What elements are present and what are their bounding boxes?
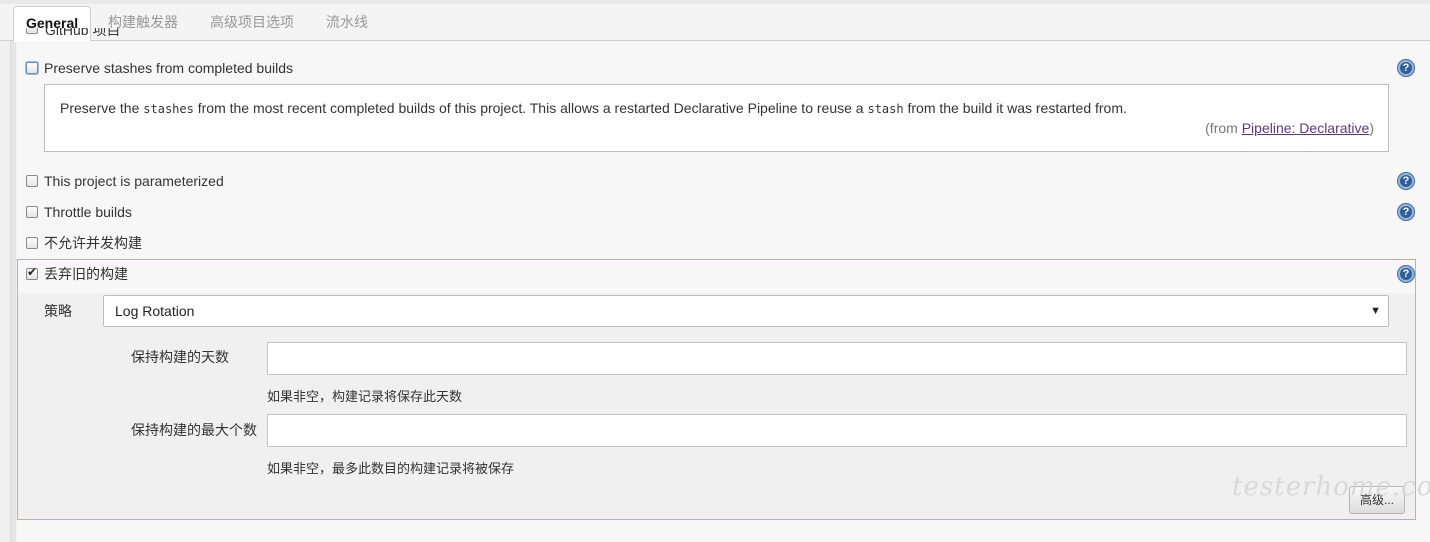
days-to-keep-input[interactable] [267, 342, 1407, 375]
no-concurrent-builds-row: 不允许并发构建 [26, 233, 142, 253]
max-builds-hint: 如果非空，最多此数目的构建记录将被保存 [267, 461, 515, 476]
pipeline-declarative-link[interactable]: Pipeline: Declarative [1242, 120, 1370, 136]
no-concurrent-builds-label[interactable]: 不允许并发构建 [44, 233, 142, 253]
discard-old-builds-row: ✔ 丢弃旧的构建 [26, 264, 128, 284]
strategy-selected-value: Log Rotation [115, 303, 195, 319]
discard-old-builds-header [18, 260, 1415, 293]
help-icon[interactable]: ? [1398, 60, 1414, 76]
max-builds-label: 保持构建的最大个数 [131, 422, 257, 438]
throttle-builds-label[interactable]: Throttle builds [44, 204, 132, 220]
github-project-row-partial: GitHub 项目 [26, 28, 226, 42]
parameterized-checkbox[interactable] [26, 175, 38, 187]
preserve-stashes-row: Preserve stashes from completed builds [26, 58, 293, 78]
help-icon[interactable]: ? [1398, 204, 1414, 220]
checkmark-icon: ✔ [27, 265, 38, 279]
preserve-stashes-checkbox[interactable] [26, 62, 38, 74]
tab-pipeline[interactable]: 流水线 [314, 6, 380, 41]
github-project-checkbox[interactable] [26, 28, 38, 34]
dropdown-arrow-icon: ▼ [1370, 305, 1381, 317]
help-source: (from Pipeline: Declarative) [1205, 120, 1374, 136]
code-stashes: stashes [143, 102, 194, 116]
help-text: Preserve the stashes from the most recen… [60, 100, 1127, 116]
no-concurrent-builds-checkbox[interactable] [26, 237, 38, 249]
throttle-builds-row: Throttle builds [26, 202, 132, 222]
code-stash: stash [867, 102, 904, 116]
parameterized-label[interactable]: This project is parameterized [44, 173, 224, 189]
preserve-stashes-help-box: Preserve the stashes from the most recen… [44, 84, 1389, 152]
days-to-keep-hint: 如果非空，构建记录将保存此天数 [267, 389, 463, 404]
parameterized-row: This project is parameterized [26, 171, 224, 191]
max-builds-input[interactable] [267, 414, 1407, 447]
left-rail [10, 40, 16, 542]
preserve-stashes-label[interactable]: Preserve stashes from completed builds [44, 60, 293, 76]
advanced-button[interactable]: 高级... [1349, 486, 1405, 514]
tab-bar-top-strip [0, 0, 1430, 4]
discard-old-builds-label[interactable]: 丢弃旧的构建 [44, 264, 128, 284]
help-icon[interactable]: ? [1398, 266, 1414, 282]
help-icon[interactable]: ? [1398, 173, 1414, 189]
discard-old-builds-checkbox[interactable]: ✔ [26, 265, 38, 280]
throttle-builds-checkbox[interactable] [26, 206, 38, 218]
days-to-keep-label: 保持构建的天数 [131, 349, 229, 365]
strategy-select[interactable]: Log Rotation ▼ [103, 295, 1389, 327]
github-project-label: GitHub 项目 [45, 28, 121, 38]
strategy-label: 策略 [44, 303, 72, 319]
